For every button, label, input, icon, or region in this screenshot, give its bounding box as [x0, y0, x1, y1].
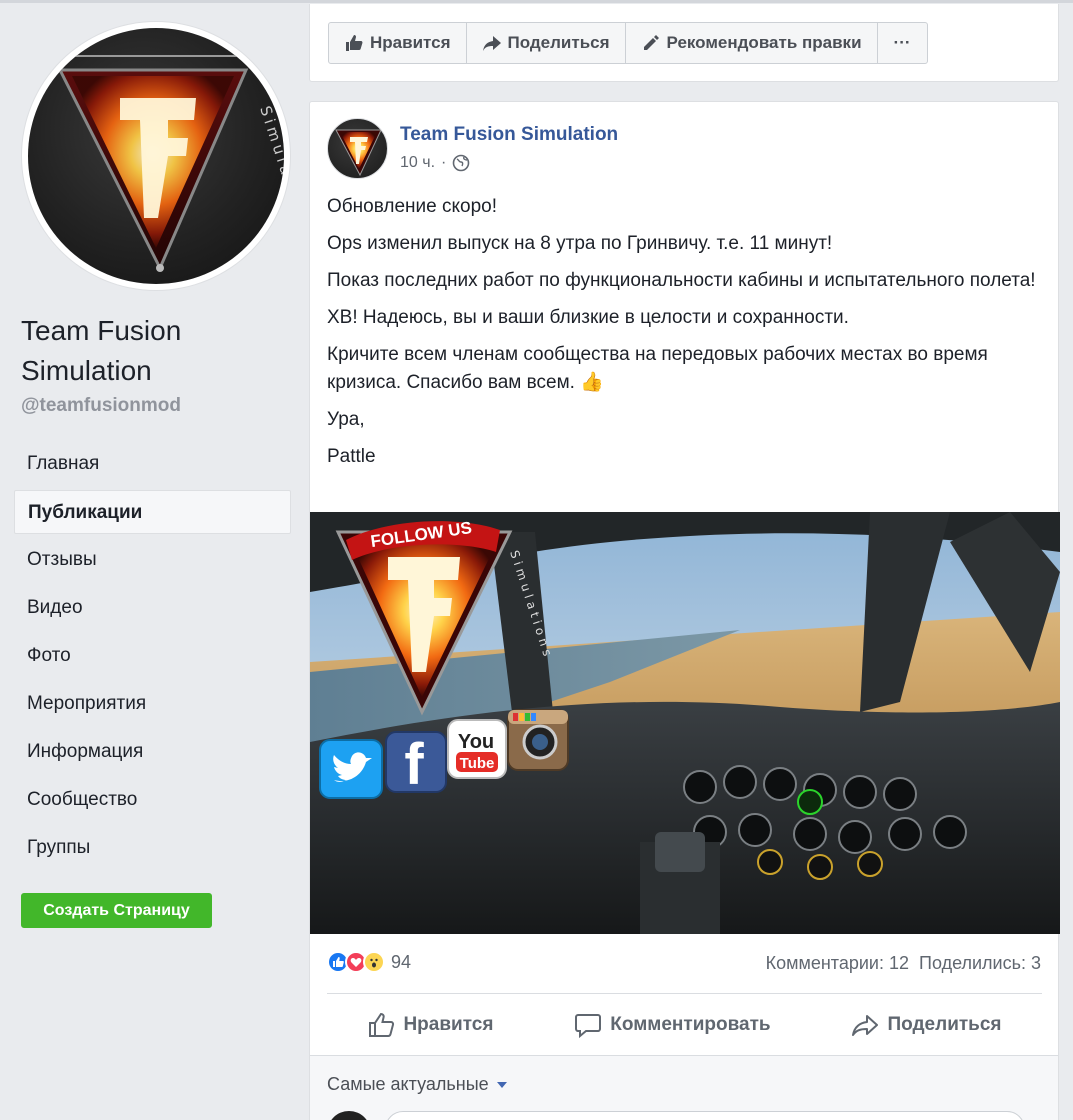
like-page-button[interactable]: Нравится	[329, 23, 467, 63]
page-title[interactable]: Team Fusion Simulation	[21, 311, 291, 391]
comment-sort-dropdown[interactable]: Самые актуальные	[327, 1074, 507, 1095]
page-sidebar: Simulation Team Fusion Simulation @teamf…	[0, 0, 310, 1120]
comment-input[interactable]	[385, 1111, 1025, 1120]
shares-count[interactable]: Поделились: 3	[919, 953, 1041, 974]
nav-item-videos[interactable]: Видео	[14, 584, 291, 632]
pencil-icon	[643, 35, 659, 50]
nav-item-community[interactable]: Сообщество	[14, 776, 291, 824]
reactions-count: 94	[391, 951, 412, 972]
share-post-label: Поделиться	[887, 1014, 1002, 1035]
youtube-icon: You Tube	[447, 719, 507, 779]
share-page-button[interactable]: Поделиться	[467, 23, 626, 63]
meta-separator: ·	[441, 154, 447, 171]
like-post-button[interactable]: Нравится	[367, 1011, 493, 1039]
post-actions: Нравится Комментировать Поделиться	[327, 997, 1042, 1053]
nav-item-reviews[interactable]: Отзывы	[14, 536, 291, 584]
post-paragraph: Показ последних работ по функциональност…	[327, 270, 1036, 291]
post-meta: 10 ч. ·	[400, 154, 470, 172]
reactions-summary[interactable]: 94	[327, 951, 411, 973]
nav-item-home[interactable]: Главная	[14, 440, 291, 488]
comments-section: Самые актуальные	[310, 1055, 1058, 1120]
post-paragraph: Ура,	[327, 409, 365, 430]
youtube-tube-text: Tube	[460, 755, 495, 772]
post-paragraph: Обновление скоро!	[327, 196, 497, 217]
thumbs-up-outline-icon	[369, 1012, 395, 1037]
post-stats: Комментарии: 12 Поделились: 3	[766, 953, 1041, 974]
wow-reaction-icon	[363, 951, 385, 973]
like-page-label: Нравится	[370, 33, 451, 52]
suggest-edits-label: Рекомендовать правки	[666, 33, 862, 52]
share-page-label: Поделиться	[507, 33, 610, 52]
cockpit-screenshot: FOLLOW US Simulations f You Tube	[310, 512, 1060, 934]
page-nav: Главная Публикации Отзывы Видео Фото Мер…	[14, 440, 291, 872]
post-author-name[interactable]: Team Fusion Simulation	[400, 124, 618, 146]
nav-item-posts[interactable]: Публикации	[14, 490, 291, 534]
facebook-icon: f	[385, 731, 447, 797]
post-paragraph: Ops изменил выпуск на 8 утра по Гринвичу…	[327, 233, 833, 254]
actions-divider	[327, 993, 1042, 994]
create-page-button[interactable]: Создать Страницу	[21, 893, 212, 928]
post-image[interactable]: FOLLOW US Simulations f You Tube	[310, 512, 1060, 934]
nav-item-events[interactable]: Мероприятия	[14, 680, 291, 728]
action-button-group: Нравится Поделиться Рекомендовать правки…	[328, 22, 928, 64]
suggest-edits-button[interactable]: Рекомендовать правки	[626, 23, 878, 63]
comment-sort-label: Самые актуальные	[327, 1074, 489, 1094]
page-action-bar: Нравится Поделиться Рекомендовать правки…	[309, 4, 1059, 82]
like-post-label: Нравится	[403, 1014, 494, 1035]
post-author-avatar[interactable]	[327, 118, 388, 179]
post-paragraph: Pattle	[327, 446, 376, 467]
thumbs-up-icon	[346, 35, 363, 51]
caret-down-icon	[496, 1081, 507, 1088]
svg-text:f: f	[404, 732, 424, 797]
instagram-icon	[507, 709, 569, 771]
post-paragraph: Кричите всем членам сообщества на передо…	[327, 344, 988, 393]
simulation-wordmark: Simulation	[256, 104, 284, 224]
comment-label: Комментировать	[610, 1014, 771, 1035]
post-card: Team Fusion Simulation 10 ч. · Обновлени…	[309, 101, 1060, 1120]
nav-item-photos[interactable]: Фото	[14, 632, 291, 680]
share-outline-icon	[852, 1015, 879, 1036]
nav-item-groups[interactable]: Группы	[14, 824, 291, 872]
share-post-button[interactable]: Поделиться	[851, 1011, 1002, 1039]
post-timestamp[interactable]: 10 ч.	[400, 154, 435, 172]
post-paragraph: ХВ! Надеюсь, вы и ваши близкие в целости…	[327, 307, 849, 328]
share-arrow-icon	[482, 36, 501, 51]
commenter-avatar	[327, 1111, 371, 1120]
comment-bubble-icon	[575, 1014, 602, 1039]
globe-icon[interactable]	[452, 154, 470, 172]
team-fusion-logo-small	[335, 129, 382, 177]
comments-count[interactable]: Комментарии: 12	[766, 953, 909, 974]
team-fusion-logo: Simulation	[48, 55, 284, 272]
nav-item-about[interactable]: Информация	[14, 728, 291, 776]
youtube-you-text: You	[458, 731, 494, 753]
more-options-button[interactable]: ···	[878, 23, 927, 63]
post-text: Обновление скоро! Ops изменил выпуск на …	[327, 193, 1042, 480]
comment-button[interactable]: Комментировать	[574, 1011, 771, 1039]
twitter-icon	[319, 739, 383, 799]
page-handle[interactable]: @teamfusionmod	[21, 395, 181, 417]
page-profile-picture[interactable]: Simulation	[22, 22, 290, 290]
